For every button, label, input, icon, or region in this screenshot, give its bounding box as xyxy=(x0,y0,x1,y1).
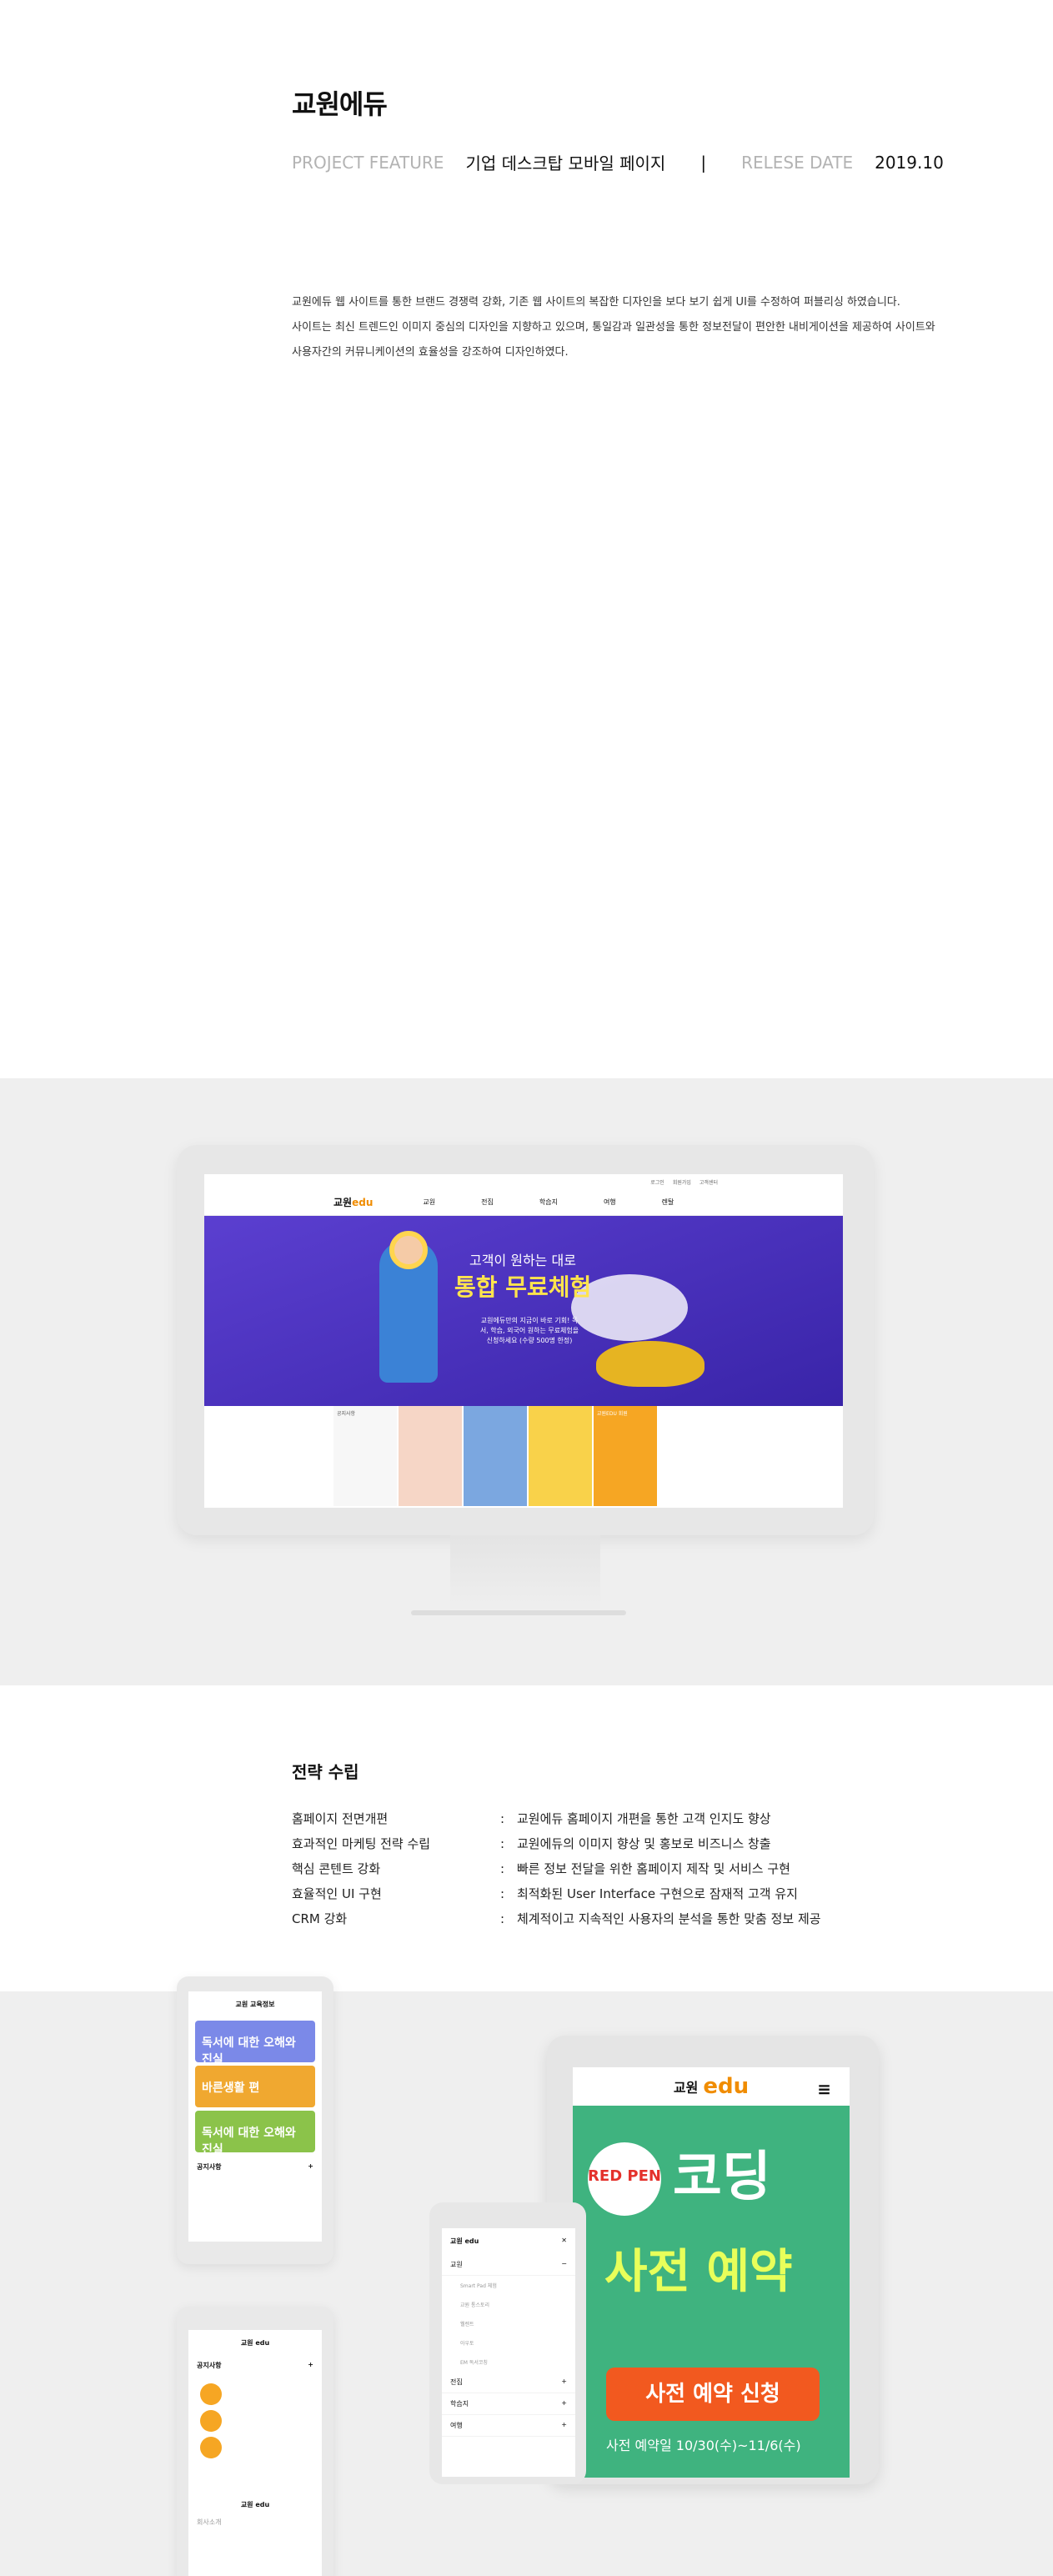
promo-card[interactable] xyxy=(529,1406,592,1506)
feature-label: PROJECT FEATURE xyxy=(292,152,444,173)
login-link[interactable]: 로그인 xyxy=(650,1178,664,1186)
magic-lamp-illustration xyxy=(596,1341,705,1387)
project-description: 교원에듀 웹 사이트를 통한 브랜드 경쟁력 강화, 기존 웹 사이트의 복잡한… xyxy=(292,290,1046,365)
minus-icon: − xyxy=(561,2260,567,2267)
notice-dot-icon xyxy=(200,2410,222,2432)
quick-cards: 공지사항 교원EDU 회원 xyxy=(204,1406,843,1506)
menu-item-travel[interactable]: 여행 + xyxy=(442,2415,575,2437)
phone-screen-2: 교원 edu 공지사항 + 교원 edu 회사소개 xyxy=(188,2330,322,2576)
plus-icon: + xyxy=(561,2378,567,2385)
tablet-screen: 교원 edu ≡ RED PEN 코딩 사전 예약 사전 예약 신청 사전 예약… xyxy=(573,2067,850,2478)
utility-bar: 로그인 회원가입 고객센터 xyxy=(204,1174,843,1189)
main-menu: 교원 전집 학습지 여행 렌탈 xyxy=(423,1198,674,1207)
phone-screen-1: 교원 교육정보 독서에 대한 오해와 진실 바른생활 편 독서에 대한 오해와 … xyxy=(188,1991,322,2242)
description-line: 사용자간의 커뮤니케이션의 효율성을 강조하여 디자인하였다. xyxy=(292,346,569,359)
menu-item[interactable]: 여행 xyxy=(604,1198,616,1207)
preorder-button[interactable]: 사전 예약 신청 xyxy=(606,2368,820,2421)
preorder-date: 사전 예약일 10/30(수)~11/6(수) xyxy=(606,2438,801,2453)
strategy-row: 핵심 콘텐트 강화: 빠른 정보 전달을 위한 홈페이지 제작 및 서비스 구현 xyxy=(292,1861,790,1876)
signup-link[interactable]: 회원가입 xyxy=(673,1178,691,1186)
desktop-screen: 로그인 회원가입 고객센터 교원edu 교원 전집 학습지 여행 렌탈 고객이 … xyxy=(204,1174,843,1508)
hero-character-head xyxy=(389,1231,428,1269)
hamburger-menu-icon[interactable]: ≡ xyxy=(817,2079,831,2099)
project-title: 교원에듀 xyxy=(292,88,388,120)
hero-headline: 통합 무료체험 xyxy=(454,1273,592,1301)
strategy-row: 홈페이지 전면개편: 교원에듀 홈페이지 개편을 통한 고객 인지도 향상 xyxy=(292,1811,771,1826)
submenu-item[interactable]: 교원 통스토리 xyxy=(442,2295,575,2314)
project-meta: PROJECT FEATURE 기업 데스크탑 모바일 페이지 | RELESE… xyxy=(292,150,944,174)
submenu-item[interactable]: 아우토 xyxy=(442,2333,575,2353)
menu-item-kyowon[interactable]: 교원 − xyxy=(442,2254,575,2276)
support-link[interactable]: 고객센터 xyxy=(699,1178,718,1186)
edu-info-header: 교원 교육정보 xyxy=(235,2001,275,2008)
submenu-item[interactable]: 웰렌트 xyxy=(442,2314,575,2333)
phone-menu-screen: 교원 edu ✕ 교원 − Smart Pad 체험 교원 통스토리 웰렌트 아우… xyxy=(442,2228,575,2477)
notice-dot-icon xyxy=(200,2383,222,2405)
edu-banner[interactable]: 바른생활 편 xyxy=(195,2066,315,2107)
promo-card[interactable] xyxy=(399,1406,462,1506)
preorder-headline: 사전 예약 xyxy=(604,2245,793,2299)
footer-text[interactable]: 회사소개 xyxy=(188,2509,322,2535)
phone-logo[interactable]: 교원 edu xyxy=(188,2330,322,2356)
tablet-logo-text[interactable]: 교원 xyxy=(674,2076,698,2096)
menu-item[interactable]: 학습지 xyxy=(539,1198,558,1207)
plus-icon[interactable]: + xyxy=(308,2162,313,2172)
monitor-stand xyxy=(450,1535,600,1612)
notice-header: 공지사항 + xyxy=(197,2361,313,2370)
edu-banner[interactable]: 독서에 대한 오해와 진실 xyxy=(195,2111,315,2157)
feature-value: 기업 데스크탑 모바일 페이지 xyxy=(465,153,666,173)
hero-banner[interactable]: 고객이 원하는 대로 통합 무료체험 교원에듀만의 지금이 바로 기회! 독서,… xyxy=(204,1216,843,1406)
submenu-item[interactable]: EM 독서코칭 xyxy=(442,2353,575,2372)
footer-logo: 교원 edu xyxy=(240,2501,270,2508)
strategy-section: 전략 수립 홈페이지 전면개편: 교원에듀 홈페이지 개편을 통한 고객 인지도 … xyxy=(292,1759,821,1931)
tablet-header: 교원 edu ≡ xyxy=(573,2067,850,2106)
plus-icon: + xyxy=(561,2399,567,2407)
tablet-logo-accent[interactable]: edu xyxy=(703,2074,749,2099)
hero-subtext: 교원에듀만의 지금이 바로 기회! 독서, 학습, 외국어 원하는 무료체험을 … xyxy=(479,1317,579,1344)
hero-line1: 고객이 원하는 대로 xyxy=(469,1253,576,1268)
coding-headline: 코딩 xyxy=(673,2147,771,2208)
menu-logo[interactable]: 교원 edu xyxy=(450,2237,479,2246)
notice-card[interactable]: 공지사항 xyxy=(333,1406,397,1506)
close-icon[interactable]: ✕ xyxy=(561,2237,567,2246)
description-line: 교원에듀 웹 사이트를 통한 브랜드 경쟁력 강화, 기존 웹 사이트의 복잡한… xyxy=(292,296,900,309)
notice-dot-icon xyxy=(200,2437,222,2458)
menu-item[interactable]: 전집 xyxy=(481,1198,494,1207)
redpen-badge: RED PEN xyxy=(588,2142,661,2216)
strategy-row: CRM 강화: 체계적이고 지속적인 사용자의 분석을 통한 맞춤 정보 제공 xyxy=(292,1911,821,1926)
edu-banner[interactable]: 독서에 대한 오해와 진실 xyxy=(195,2021,315,2066)
meta-separator: | xyxy=(700,152,707,173)
strategy-row: 효과적인 마케팅 전략 수립: 교원에듀의 이미지 향상 및 홍보로 비즈니스 창… xyxy=(292,1836,771,1851)
description-line: 사이트는 최신 트렌드인 이미지 중심의 디자인을 지향하고 있으며, 통일감과… xyxy=(292,321,935,334)
promo-card[interactable] xyxy=(464,1406,527,1506)
menu-item[interactable]: 렌탈 xyxy=(662,1198,674,1207)
plus-icon: + xyxy=(561,2421,567,2428)
monitor-base xyxy=(411,1610,626,1615)
menu-header: 교원 edu ✕ xyxy=(442,2228,575,2254)
date-label: RELESE DATE xyxy=(741,152,854,173)
strategy-title: 전략 수립 xyxy=(292,1762,359,1782)
notice-list xyxy=(197,2383,313,2492)
notice-header: 공지사항 + xyxy=(197,2162,313,2172)
strategy-row: 효율적인 UI 구현: 최적화된 User Interface 구현으로 잠재적 … xyxy=(292,1886,798,1901)
menu-item-study[interactable]: 학습지 + xyxy=(442,2393,575,2415)
date-value: 2019.10 xyxy=(875,152,944,173)
global-nav: 교원edu 교원 전집 학습지 여행 렌탈 xyxy=(204,1189,843,1216)
submenu-item[interactable]: Smart Pad 체험 xyxy=(442,2276,575,2295)
site-logo[interactable]: 교원edu xyxy=(333,1195,373,1209)
menu-item-jeonjip[interactable]: 전집 + xyxy=(442,2372,575,2393)
member-card[interactable]: 교원EDU 회원 xyxy=(594,1406,657,1506)
menu-item[interactable]: 교원 xyxy=(423,1198,435,1207)
plus-icon[interactable]: + xyxy=(308,2361,313,2370)
